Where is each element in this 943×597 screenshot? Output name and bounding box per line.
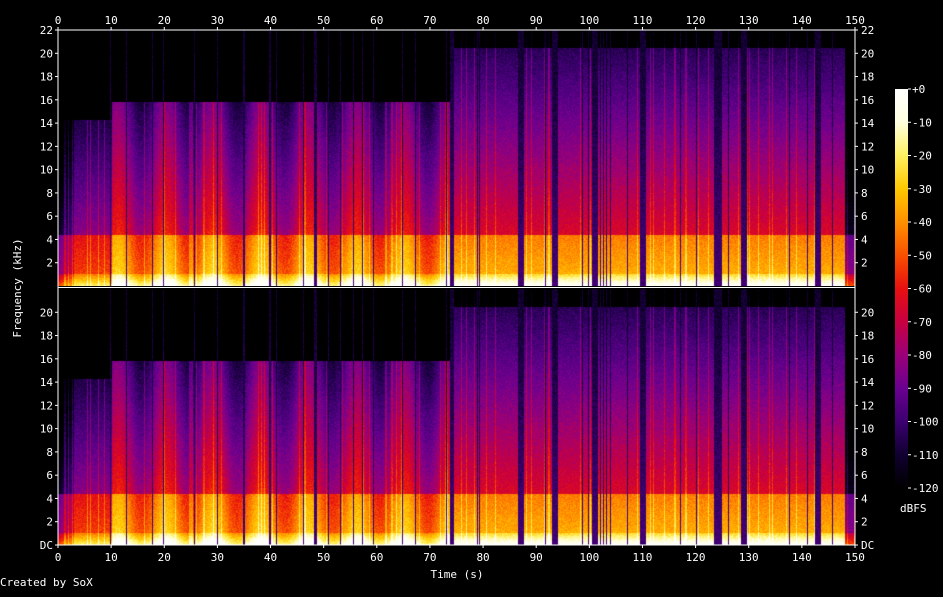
colorbar-tick-label: -110 — [912, 449, 939, 462]
x-tick-label-top: 50 — [317, 14, 330, 27]
y-tick-label-left: 12 — [40, 399, 53, 412]
colorbar-tick-label: +0 — [912, 83, 925, 96]
y-tick-label-left: 18 — [40, 71, 53, 84]
sox-credit: Created by SoX — [0, 576, 93, 589]
x-tick-label-bottom: 60 — [370, 551, 383, 564]
colorbar-tick-label: -10 — [912, 116, 932, 129]
y-tick-label-left: 8 — [46, 446, 53, 459]
spectrogram-panel-channel-2 — [58, 289, 855, 545]
colorbar-tick-label: -120 — [912, 482, 939, 495]
y-tick-label-right: 22 — [861, 24, 874, 37]
x-axis-label: Time (s) — [431, 568, 484, 581]
colorbar-tick-label: -60 — [912, 283, 932, 296]
y-axis-label: Frequency (kHz) — [11, 238, 24, 337]
y-tick-label-right: 18 — [861, 71, 874, 84]
y-tick-label-right: 16 — [861, 353, 874, 366]
x-tick-label-bottom: 30 — [211, 551, 224, 564]
y-tick-label-left: 8 — [46, 187, 53, 200]
colorbar-tick-label: -70 — [912, 316, 932, 329]
y-tick-label-right: 4 — [861, 492, 868, 505]
spectrogram-panel-channel-1 — [58, 30, 855, 286]
x-tick-label-bottom: 120 — [686, 551, 706, 564]
y-tick-label-left: 10 — [40, 164, 53, 177]
y-tick-label-left: 2 — [46, 257, 53, 270]
x-tick-label-bottom: 130 — [739, 551, 759, 564]
spectrogram-figure: 0 0 10 10 20 20 30 30 40 40 50 50 60 60 70 70 80 80 90 90 10… — [0, 0, 943, 593]
x-tick-label-top: 0 — [55, 14, 62, 27]
y-tick-label-right: 16 — [861, 94, 874, 107]
x-tick-label-bottom: 50 — [317, 551, 330, 564]
colorbar-tick-label: -50 — [912, 249, 932, 262]
y-tick-label-left: 18 — [40, 330, 53, 343]
x-tick-label-top: 100 — [579, 14, 599, 27]
y-tick-label-right: 2 — [861, 257, 868, 270]
y-tick-label-left: 14 — [40, 117, 54, 130]
y-tick-label-left: DC — [40, 539, 53, 552]
y-tick-label-left: 16 — [40, 94, 53, 107]
y-tick-label-right: 4 — [861, 233, 868, 246]
y-tick-label-right: 10 — [861, 423, 874, 436]
y-tick-label-right: 14 — [861, 376, 875, 389]
y-tick-label-left: 22 — [40, 24, 53, 37]
y-tick-label-left: 6 — [46, 469, 53, 482]
y-tick-label-left: 12 — [40, 140, 53, 153]
y-tick-label-left: 16 — [40, 353, 53, 366]
y-tick-label-right: 12 — [861, 140, 874, 153]
y-tick-label-right: 6 — [861, 210, 868, 223]
y-tick-label-left: 4 — [46, 492, 53, 505]
x-tick-label-top: 110 — [633, 14, 653, 27]
x-tick-label-bottom: 90 — [530, 551, 543, 564]
y-tick-label-right: 20 — [861, 306, 874, 319]
y-tick-label-left: 2 — [46, 516, 53, 529]
colorbar-label: dBFS — [900, 502, 927, 515]
colorbar-tick-label: -100 — [912, 416, 939, 429]
y-tick-label-right: 8 — [861, 446, 868, 459]
y-tick-label-left: 4 — [46, 233, 53, 246]
x-tick-label-bottom: 80 — [476, 551, 489, 564]
x-tick-label-bottom: 140 — [792, 551, 812, 564]
x-tick-label-bottom: 150 — [845, 551, 865, 564]
x-tick-label-top: 130 — [739, 14, 759, 27]
y-tick-label-left: 10 — [40, 423, 53, 436]
y-tick-label-right: 14 — [861, 117, 875, 130]
x-tick-label-bottom: 110 — [633, 551, 653, 564]
y-tick-label-right: 12 — [861, 399, 874, 412]
x-tick-label-top: 10 — [105, 14, 118, 27]
y-tick-label-left: 6 — [46, 210, 53, 223]
colorbar-tick-label: -20 — [912, 150, 932, 163]
y-tick-label-right: 10 — [861, 164, 874, 177]
x-tick-label-top: 40 — [264, 14, 277, 27]
x-tick-label-bottom: 10 — [105, 551, 118, 564]
x-tick-label-top: 70 — [423, 14, 436, 27]
x-tick-label-bottom: 70 — [423, 551, 436, 564]
x-tick-label-top: 140 — [792, 14, 812, 27]
x-tick-label-bottom: 20 — [158, 551, 171, 564]
y-tick-label-left: 14 — [40, 376, 54, 389]
x-tick-label-top: 60 — [370, 14, 383, 27]
x-tick-label-top: 30 — [211, 14, 224, 27]
x-tick-label-top: 80 — [476, 14, 489, 27]
x-tick-label-bottom: 0 — [55, 551, 62, 564]
y-tick-label-right: 2 — [861, 516, 868, 529]
x-tick-label-top: 90 — [530, 14, 543, 27]
x-tick-label-top: 120 — [686, 14, 706, 27]
y-tick-label-left: 20 — [40, 47, 53, 60]
y-tick-label-left: 20 — [40, 306, 53, 319]
colorbar-tick-label: -80 — [912, 349, 932, 362]
y-tick-label-right: 20 — [861, 47, 874, 60]
y-tick-label-right: 18 — [861, 330, 874, 343]
x-tick-label-top: 20 — [158, 14, 171, 27]
y-tick-label-right: 8 — [861, 187, 868, 200]
y-tick-label-right: DC — [861, 539, 874, 552]
y-tick-label-right: 6 — [861, 469, 868, 482]
x-tick-label-bottom: 40 — [264, 551, 277, 564]
spectrogram-chart: 0 0 10 10 20 20 30 30 40 40 50 50 60 60 70 70 80 80 90 90 10… — [11, 14, 939, 581]
colorbar-tick-label: -90 — [912, 382, 932, 395]
colorbar-tick-label: -30 — [912, 183, 932, 196]
colorbar-tick-label: -40 — [912, 216, 932, 229]
colorbar-gradient — [895, 89, 908, 488]
x-tick-label-bottom: 100 — [579, 551, 599, 564]
